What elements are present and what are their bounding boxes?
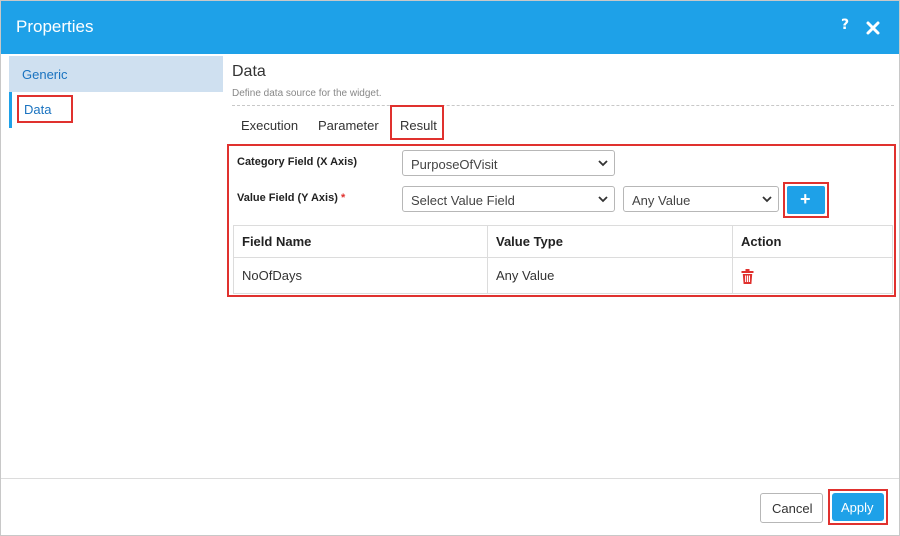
dialog-title: Properties — [16, 17, 94, 36]
category-field-label: Category Field (X Axis) — [237, 156, 358, 168]
required-mark: * — [340, 192, 346, 204]
table-header-row: Field Name Value Type Action — [233, 225, 893, 258]
column-header-value-type: Value Type — [487, 225, 733, 258]
tab-result[interactable]: Result — [400, 118, 437, 133]
divider — [232, 105, 894, 106]
properties-dialog: Properties ? Generic Data Data Define da… — [0, 0, 900, 536]
value-field-select[interactable]: Select Value Field — [402, 186, 615, 212]
cell-field-name: NoOfDays — [233, 257, 488, 294]
cell-value-type: Any Value — [487, 257, 733, 294]
plus-icon: + — [800, 189, 811, 209]
help-icon[interactable]: ? — [841, 17, 849, 33]
value-type-select[interactable]: Any Value — [623, 186, 779, 212]
sidebar-item-label: Generic — [22, 67, 68, 82]
column-header-field-name: Field Name — [233, 225, 488, 258]
tab-execution[interactable]: Execution — [241, 118, 298, 133]
sidebar: Generic Data — [9, 56, 223, 128]
active-indicator — [9, 92, 12, 128]
sidebar-item-generic[interactable]: Generic — [9, 56, 223, 92]
chevron-down-icon — [762, 196, 772, 203]
footer-divider — [1, 478, 899, 479]
trash-icon[interactable] — [741, 268, 754, 284]
table-row: NoOfDays Any Value — [233, 257, 893, 294]
cancel-button-label: Cancel — [772, 501, 813, 516]
category-field-select[interactable]: PurposeOfVisit — [402, 150, 615, 176]
value-field-label-text: Value Field (Y Axis) — [237, 192, 338, 204]
chevron-down-icon — [598, 196, 608, 203]
value-type-value: Any Value — [632, 193, 691, 208]
column-header-action: Action — [732, 225, 893, 258]
cell-action — [732, 257, 893, 294]
apply-button[interactable]: Apply — [832, 493, 884, 521]
chevron-down-icon — [598, 160, 608, 167]
fields-table: Field Name Value Type Action NoOfDays An… — [233, 225, 893, 294]
value-field-label: Value Field (Y Axis) * — [237, 192, 345, 204]
title-bar: Properties ? — [1, 1, 899, 54]
section-title: Data — [232, 63, 266, 80]
category-field-value: PurposeOfVisit — [411, 157, 498, 172]
value-field-value: Select Value Field — [411, 193, 515, 208]
add-field-button[interactable]: + — [787, 186, 825, 214]
sidebar-item-data[interactable]: Data — [9, 92, 223, 128]
sidebar-item-label: Data — [24, 102, 52, 117]
result-panel: Category Field (X Axis) PurposeOfVisit V… — [227, 144, 896, 297]
section-description: Define data source for the widget. — [232, 88, 382, 99]
apply-button-label: Apply — [841, 500, 874, 515]
cancel-button[interactable]: Cancel — [760, 493, 823, 523]
close-icon[interactable] — [865, 20, 881, 36]
tab-parameter[interactable]: Parameter — [318, 118, 379, 133]
